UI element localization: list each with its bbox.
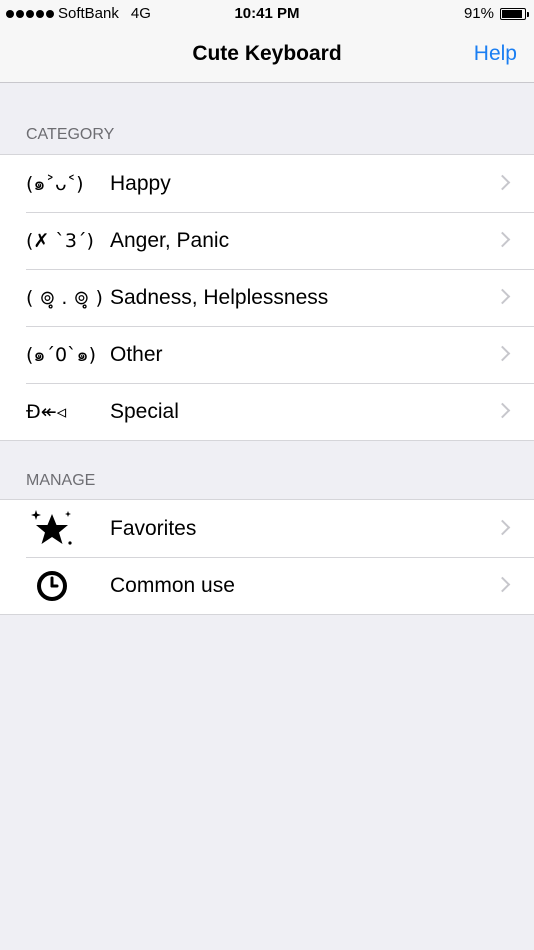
category-row-sadness-helplessness[interactable]: ( ⊚̥̥̥ . ⊚̥̥̥ ) Sadness, Helplessness	[0, 269, 534, 326]
category-list: (๑˃ᴗ˂) Happy (✗ `3´) Anger, Panic ( ⊚̥̥̥…	[0, 154, 534, 441]
manage-section-header: MANAGE	[26, 472, 96, 489]
clock-icon	[26, 557, 98, 614]
manage-list: Favorites Common use	[0, 499, 534, 615]
star-sparkle-icon	[26, 500, 98, 557]
category-section-header: CATEGORY	[26, 126, 115, 143]
category-row-happy[interactable]: (๑˃ᴗ˂) Happy	[0, 155, 534, 212]
chevron-right-icon	[494, 402, 511, 419]
special-emoticon-icon: Ð↞◃	[26, 400, 67, 423]
category-row-anger-panic[interactable]: (✗ `3´) Anger, Panic	[0, 212, 534, 269]
manage-label: Favorites	[110, 516, 197, 540]
battery-percentage: 91%	[463, 5, 494, 22]
status-time: 10:41 PM	[234, 5, 300, 22]
chevron-right-icon	[494, 174, 511, 191]
manage-label: Common use	[110, 573, 235, 597]
category-label: Special	[110, 399, 179, 423]
category-row-special[interactable]: Ð↞◃ Special	[0, 383, 534, 440]
page-title: Cute Keyboard	[192, 42, 342, 65]
chevron-right-icon	[494, 519, 511, 536]
help-button[interactable]: Help	[474, 42, 517, 66]
chevron-right-icon	[494, 231, 511, 248]
anger-emoticon-icon: (✗ `3´)	[26, 229, 94, 252]
category-label: Sadness, Helplessness	[110, 285, 329, 309]
status-right: 91%	[463, 5, 529, 22]
chevron-right-icon	[494, 345, 511, 362]
happy-emoticon-icon: (๑˃ᴗ˂)	[26, 172, 84, 195]
category-label: Anger, Panic	[110, 228, 230, 252]
chevron-right-icon	[494, 288, 511, 305]
battery-icon	[500, 7, 529, 20]
other-emoticon-icon: (๑´0`๑)	[26, 343, 97, 366]
status-bar: SoftBank 4G 10:41 PM 91%	[0, 0, 534, 28]
category-label: Other	[110, 342, 163, 366]
navigation-bar: Cute Keyboard Help	[0, 28, 534, 83]
category-label: Happy	[110, 171, 171, 195]
category-row-other[interactable]: (๑´0`๑) Other	[0, 326, 534, 383]
chevron-right-icon	[494, 576, 511, 593]
manage-row-favorites[interactable]: Favorites	[0, 500, 534, 557]
manage-row-common-use[interactable]: Common use	[0, 557, 534, 614]
sadness-emoticon-icon: ( ⊚̥̥̥ . ⊚̥̥̥ )	[26, 286, 103, 309]
